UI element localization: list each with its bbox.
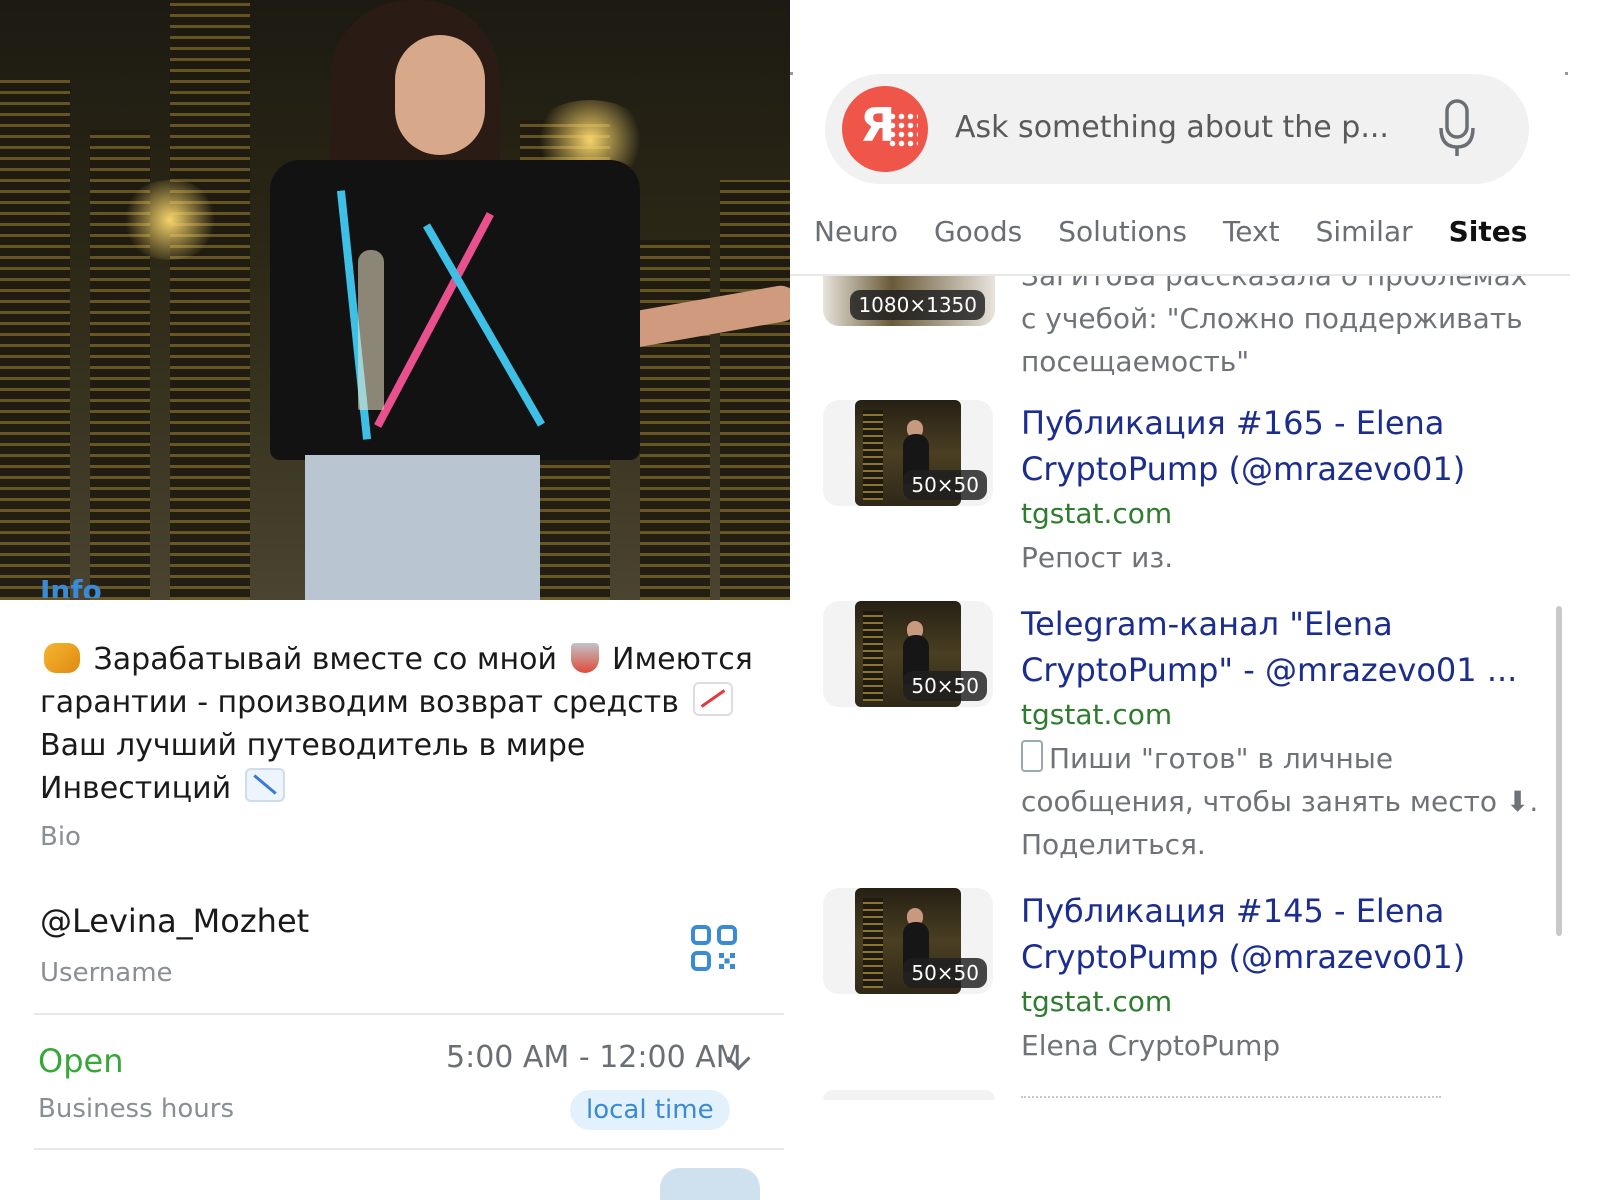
result-snippet-text: Пиши "готов" в личные сообщения, чтобы з… — [1021, 742, 1539, 861]
result-domain-link[interactable]: tgstat.com — [1021, 697, 1541, 733]
shield-icon — [570, 643, 599, 673]
divider — [34, 1148, 784, 1150]
tab-text[interactable]: Text — [1223, 210, 1280, 254]
result-snippet: Пиши "готов" в личные сообщения, чтобы з… — [1021, 737, 1541, 866]
business-status: Open — [38, 1042, 124, 1080]
tab-similar[interactable]: Similar — [1316, 210, 1413, 254]
bio-text[interactable]: Зарабатывай вместе со мной Имеются гаран… — [40, 638, 760, 810]
result-snippet: Репост из. — [1021, 541, 1174, 574]
partial-map-preview — [660, 1168, 760, 1200]
chart-increasing-icon — [692, 682, 733, 716]
scrollbar[interactable] — [1556, 606, 1562, 936]
handshake-icon — [44, 643, 80, 673]
result-thumbnail[interactable]: 1080×1350 — [823, 276, 995, 326]
person-shirt — [270, 160, 640, 460]
result-title-text: Telegram-канал "Elena CryptoPump" - @mra… — [1021, 605, 1518, 689]
local-time-button[interactable]: local time — [570, 1090, 730, 1130]
image-size-badge: 1080×1350 — [850, 290, 985, 320]
yandex-search-panel: Я Neuro Goods Solutions Text Similar Sit… — [790, 0, 1570, 1200]
image-size-badge: 50×50 — [903, 470, 987, 500]
business-hours-label: Business hours — [38, 1094, 235, 1124]
microphone-icon[interactable] — [1437, 98, 1477, 160]
result-thumbnail[interactable]: 50×50 — [823, 888, 993, 994]
result-title-link[interactable]: Публикация #165 - Elena CryptoPump (@mra… — [1021, 400, 1541, 492]
bio-line-3: Ваш лучший путеводитель в мире Инвестици… — [40, 728, 586, 806]
tab-neuro[interactable]: Neuro — [814, 210, 898, 254]
city-light — [120, 180, 220, 260]
divider — [34, 1013, 784, 1015]
edge-mark — [1565, 72, 1568, 75]
tab-sites[interactable]: Sites — [1449, 210, 1528, 254]
person-face — [395, 35, 485, 155]
image-size-badge: 50×50 — [903, 958, 987, 988]
result-title-link[interactable]: Публикация #145 - Elena CryptoPump (@mra… — [1021, 888, 1541, 980]
profile-photo[interactable] — [0, 0, 800, 600]
result-thumbnail[interactable]: 50×50 — [823, 400, 993, 506]
result-domain-link[interactable]: tgstat.com — [1021, 496, 1541, 532]
qr-code-icon[interactable] — [690, 924, 738, 972]
city-building — [720, 180, 800, 600]
logo-dots — [888, 112, 918, 148]
search-input[interactable] — [955, 104, 1415, 150]
city-building — [640, 240, 710, 600]
edge-mark — [790, 72, 793, 75]
results-list: 1080×1350 Загитова рассказала о проблема… — [790, 276, 1570, 1100]
telegram-profile-panel: Info Зарабатывай вместе со мной Имеются … — [0, 0, 800, 1200]
bio-line-1: Зарабатывай вместе со мной — [93, 642, 557, 677]
city-building — [170, 0, 250, 600]
bio-label: Bio — [40, 822, 81, 852]
image-size-badge: 50×50 — [903, 671, 987, 701]
champagne-glass — [358, 250, 384, 410]
result-snippet: Elena CryptoPump — [1021, 1029, 1281, 1062]
business-hours-value[interactable]: 5:00 AM - 12:00 AM — [446, 1040, 742, 1075]
tab-goods[interactable]: Goods — [934, 210, 1022, 254]
result-domain-link[interactable]: tgstat.com — [1021, 984, 1541, 1020]
info-heading: Info — [40, 574, 102, 598]
result-snippet: Загитова рассказала о проблемах с учебой… — [1021, 276, 1527, 378]
person-jeans — [305, 455, 540, 600]
city-building — [0, 80, 70, 600]
tab-solutions[interactable]: Solutions — [1058, 210, 1187, 254]
search-tabs: Neuro Goods Solutions Text Similar Sites — [814, 210, 1527, 254]
next-result-title-partial — [1021, 1096, 1441, 1100]
mobile-arrow-icon — [1021, 740, 1043, 772]
result-title-link[interactable]: Telegram-канал "Elena CryptoPump" - @mra… — [1021, 601, 1541, 693]
yandex-logo-icon[interactable]: Я — [842, 86, 928, 172]
chart-decreasing-icon — [244, 768, 285, 802]
username-label: Username — [40, 958, 173, 988]
next-result-thumbnail[interactable] — [823, 1090, 995, 1100]
username-value[interactable]: @Levina_Mozhet — [40, 902, 309, 940]
search-bar[interactable]: Я — [825, 74, 1529, 184]
result-thumbnail[interactable]: 50×50 — [823, 601, 993, 707]
